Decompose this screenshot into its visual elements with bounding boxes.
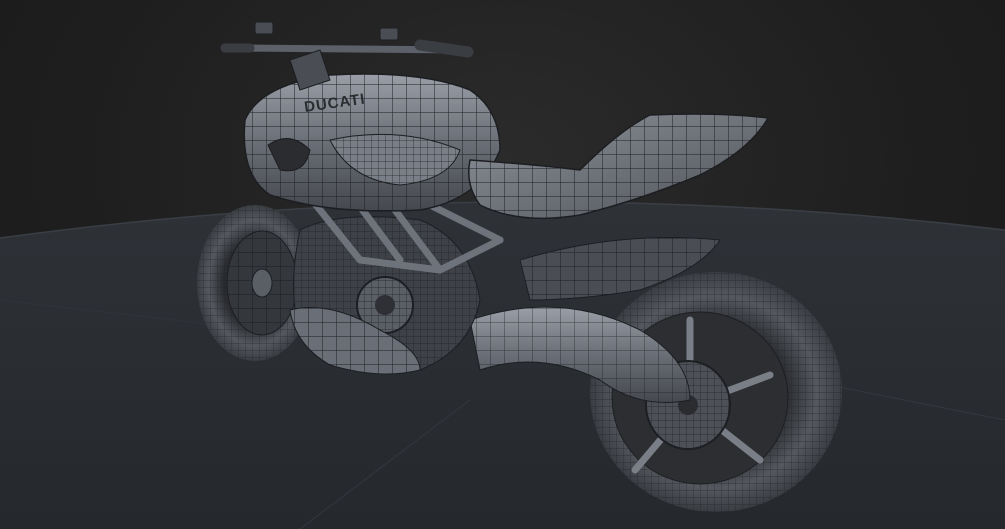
seat-tail xyxy=(468,113,770,220)
render-viewport: DUCATI xyxy=(0,0,1005,529)
fuel-tank: DUCATI xyxy=(243,73,501,212)
motorcycle-scene: DUCATI xyxy=(0,21,1005,529)
floor-plane xyxy=(0,201,1005,529)
